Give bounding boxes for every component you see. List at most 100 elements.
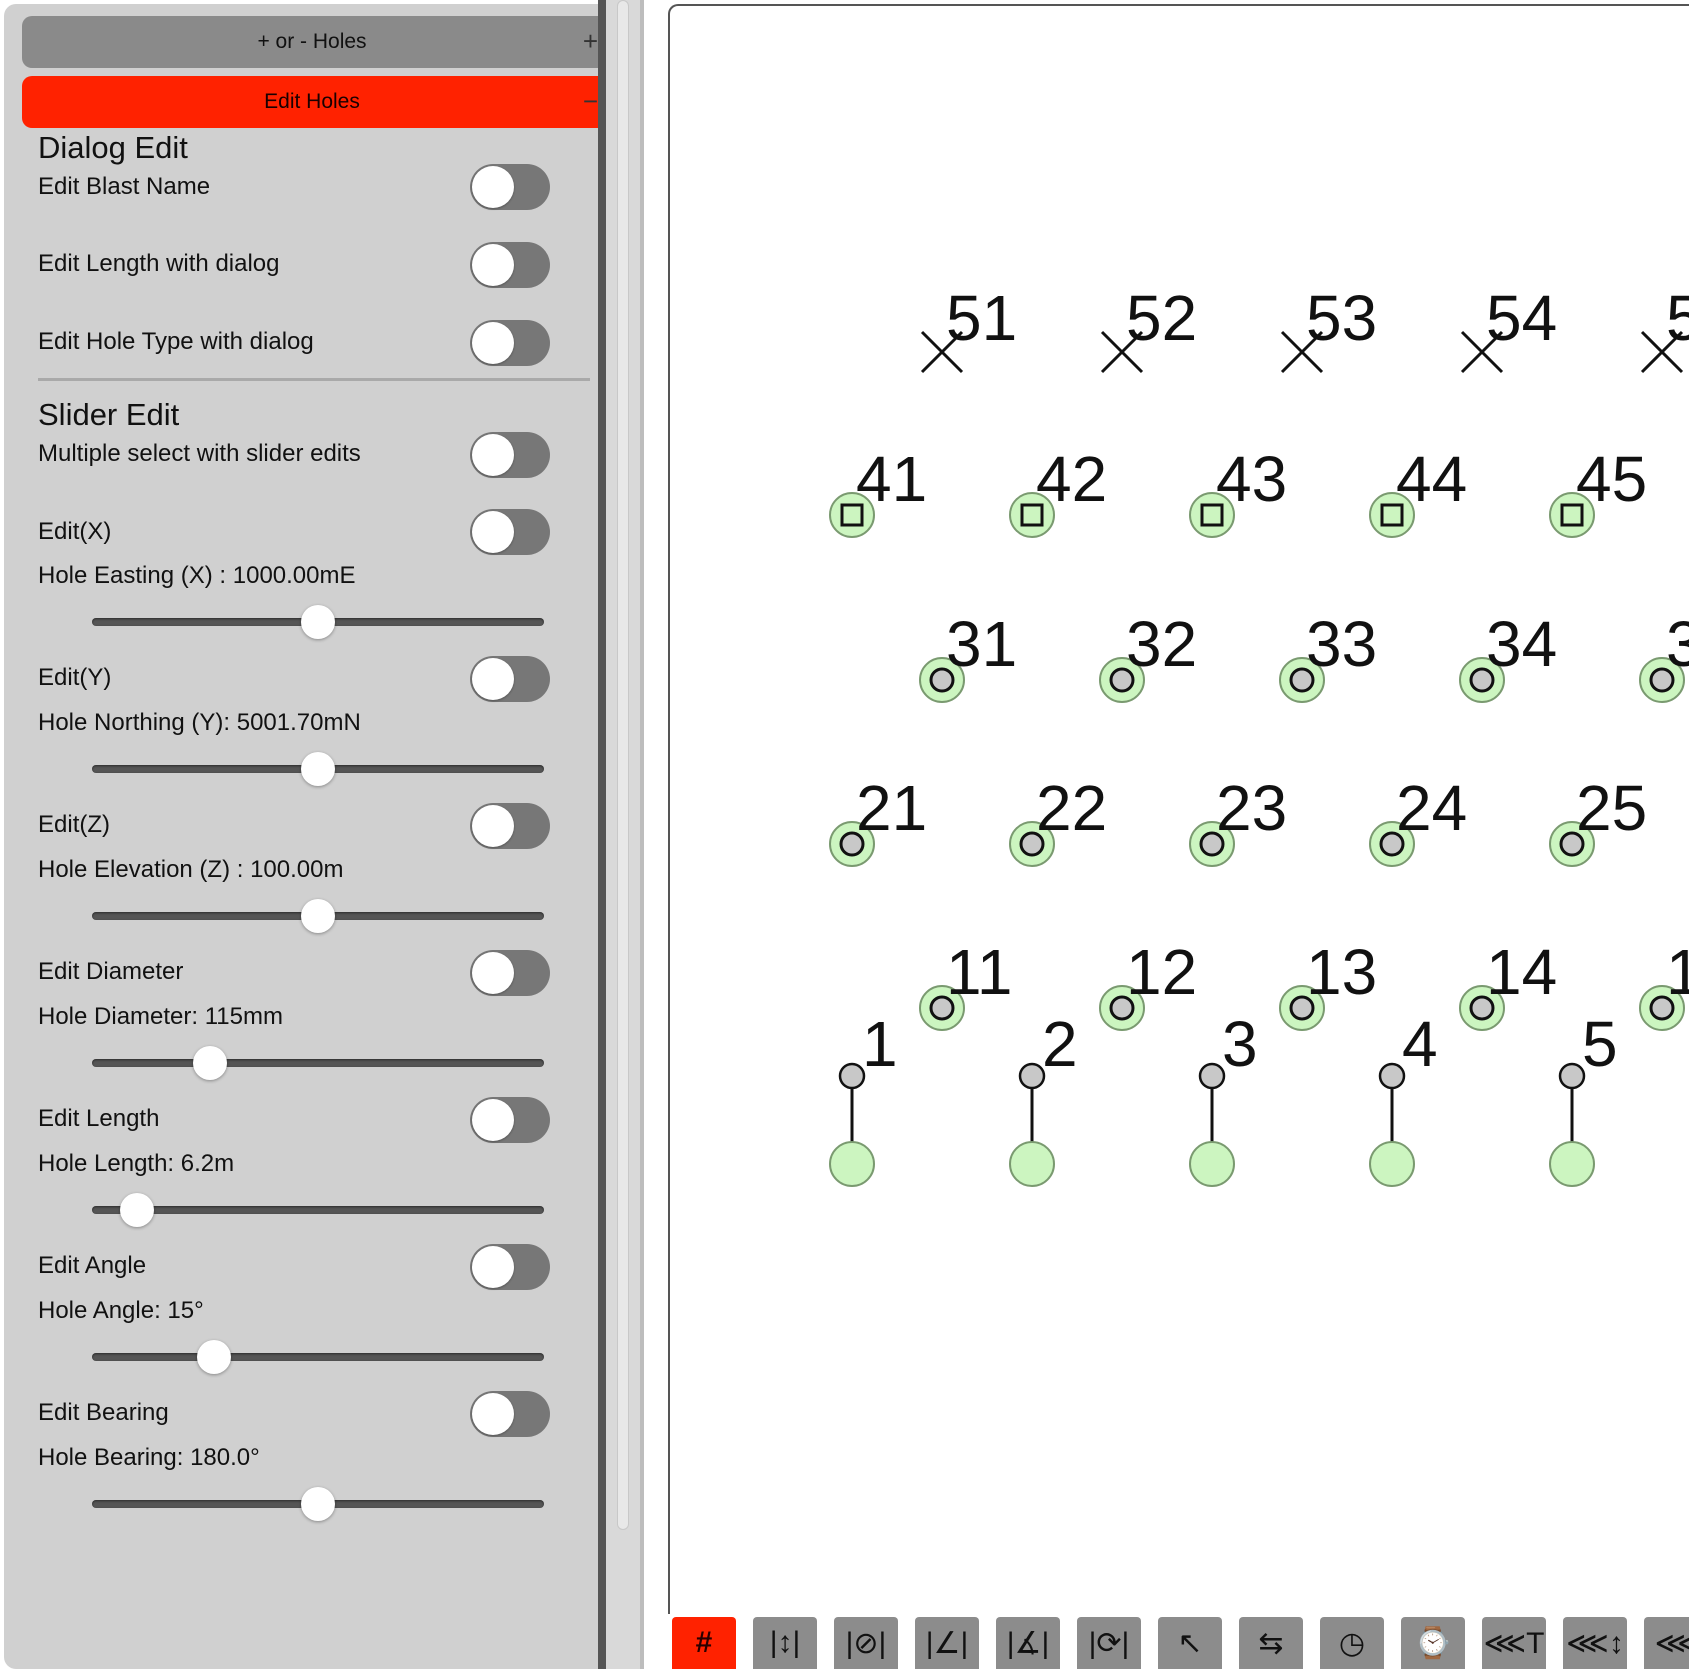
hole-easting-label: Hole Easting (X) : 1000.00mE — [38, 562, 356, 589]
edit-x-toggle[interactable] — [470, 509, 550, 555]
hole-number-label: 13 — [1306, 936, 1377, 1008]
slider-thumb[interactable] — [120, 1193, 155, 1227]
edit-holes-header[interactable]: Edit Holes − — [22, 76, 602, 128]
hole-number-label: 41 — [856, 443, 927, 515]
angle-icon: |∠| — [925, 1626, 969, 1660]
slider-thumb[interactable] — [301, 899, 335, 933]
slider-thumb[interactable] — [197, 1340, 232, 1374]
hole-toe — [1558, 1062, 1586, 1090]
hole-elevation-label: Hole Elevation (Z) : 100.00m — [38, 856, 344, 883]
diameter-button[interactable]: |⊘| — [834, 1617, 898, 1669]
toggle-knob — [472, 658, 514, 700]
hole-number-label: 32 — [1126, 608, 1197, 680]
bearing-slider[interactable] — [92, 1484, 544, 1524]
rotation-icon: |⟳| — [1088, 1626, 1130, 1660]
toggle-knob — [472, 805, 514, 847]
multiple-select-label: Multiple select with slider edits — [38, 440, 361, 467]
hole-collar — [1189, 1141, 1235, 1187]
slider-thumb[interactable] — [301, 752, 335, 786]
length-slider[interactable] — [92, 1190, 544, 1230]
edit-z-toggle[interactable] — [470, 803, 550, 849]
hole-number-label: 43 — [1216, 443, 1287, 515]
hole-diameter-label: Hole Diameter: 115mm — [38, 1003, 283, 1030]
rotation-button[interactable]: |⟳| — [1077, 1617, 1141, 1669]
slider-track — [92, 1059, 544, 1067]
slider-thumb[interactable] — [301, 605, 335, 639]
hole-number-label: 11 — [946, 936, 1012, 1008]
hole-number-label: 3 — [1222, 1008, 1258, 1080]
edit-bearing-toggle[interactable] — [470, 1391, 550, 1437]
multiple-select-toggle[interactable] — [470, 432, 550, 478]
edit-angle-toggle[interactable] — [470, 1244, 550, 1290]
edit-holes-label: Edit Holes — [264, 90, 360, 113]
watch-icon: ⌚ — [1414, 1626, 1452, 1660]
vertical-measure-button[interactable]: |↕| — [753, 1617, 817, 1669]
toggle-knob — [472, 1393, 514, 1435]
edit-bearing-label: Edit Bearing — [38, 1399, 169, 1426]
hole-northing-label: Hole Northing (Y): 5001.70mN — [38, 709, 361, 736]
collapse-minus-icon: − — [582, 86, 598, 116]
clock-button[interactable]: ◷ — [1320, 1617, 1384, 1669]
more-left-icon: ⋘ — [1654, 1626, 1689, 1660]
northing-slider[interactable] — [92, 749, 544, 789]
slider-thumb[interactable] — [301, 1487, 335, 1521]
hole-number-label: 14 — [1486, 936, 1557, 1008]
toggle-knob — [472, 244, 514, 286]
swap-icon: ⇆ — [1258, 1626, 1284, 1660]
toggle-knob — [472, 322, 514, 364]
hole-number-label: 52 — [1126, 282, 1197, 354]
add-remove-holes-header[interactable]: + or - Holes + — [22, 16, 602, 68]
edit-hole-type-dialog-label: Edit Hole Type with dialog — [38, 328, 314, 355]
elevation-slider[interactable] — [92, 896, 544, 936]
angle-slider[interactable] — [92, 1337, 544, 1377]
edit-blast-name-toggle[interactable] — [470, 164, 550, 210]
angle-button[interactable]: |∠| — [915, 1617, 979, 1669]
hole-collar — [1009, 1141, 1055, 1187]
hole-number-label: 3 — [1666, 608, 1689, 680]
edit-length-dialog-label: Edit Length with dialog — [38, 250, 280, 277]
edit-length-label: Edit Length — [38, 1105, 160, 1132]
hole-toe — [1378, 1062, 1406, 1090]
hole-collar — [1549, 1141, 1595, 1187]
bottom-toolbar: # |↕| |⊘| |∠| |∡| |⟳| ↖ ⇆ ◷ ⌚ ⋘T ⋘↕ ⋘ — [668, 1614, 1689, 1669]
edit-y-toggle[interactable] — [470, 656, 550, 702]
toggle-knob — [472, 166, 514, 208]
direction-arrow-button[interactable]: ↖ — [1158, 1617, 1222, 1669]
edit-length-toggle[interactable] — [470, 1097, 550, 1143]
slider-thumb[interactable] — [192, 1046, 227, 1080]
panel-scrollbar-thumb[interactable] — [617, 0, 629, 1530]
panel-divider — [598, 0, 606, 1669]
hole-number-label: 1 — [1666, 936, 1689, 1008]
edit-hole-type-dialog-toggle[interactable] — [470, 320, 550, 366]
diameter-slider[interactable] — [92, 1043, 544, 1083]
swap-button[interactable]: ⇆ — [1239, 1617, 1303, 1669]
hole-number-label: 4 — [1402, 1008, 1438, 1080]
watch-button[interactable]: ⌚ — [1401, 1617, 1465, 1669]
direction-arrow-icon: ↖ — [1177, 1626, 1203, 1660]
hole-number-label: 45 — [1576, 443, 1647, 515]
vertical-measure-icon: |↕| — [769, 1626, 801, 1659]
easting-slider[interactable] — [92, 602, 544, 642]
hole-number-label: 2 — [1042, 1008, 1078, 1080]
line-spacing-icon: ⋘↕ — [1566, 1626, 1624, 1660]
edit-holes-panel: + or - Holes + Edit Holes − Dialog Edit … — [4, 4, 604, 1669]
dip-angle-icon: |∡| — [1006, 1626, 1050, 1660]
hole-bearing-label: Hole Bearing: 180.0° — [38, 1444, 260, 1471]
hole-number-label: 25 — [1576, 772, 1647, 844]
dip-angle-button[interactable]: |∡| — [996, 1617, 1060, 1669]
hole-number-label: 44 — [1396, 443, 1467, 515]
grid-toggle-button[interactable]: # — [672, 1617, 736, 1669]
more-left-button[interactable]: ⋘ — [1644, 1617, 1689, 1669]
edit-length-dialog-toggle[interactable] — [470, 242, 550, 288]
hole-number-label: 12 — [1126, 936, 1197, 1008]
hole-number-label: 53 — [1306, 282, 1377, 354]
gutter-edge — [640, 0, 644, 1669]
edit-z-label: Edit(Z) — [38, 811, 110, 838]
dialog-edit-title: Dialog Edit — [38, 130, 188, 165]
drawing-canvas[interactable]: 5152535454142434445313233343212223242511… — [668, 4, 1689, 1614]
edit-diameter-toggle[interactable] — [470, 950, 550, 996]
text-size-button[interactable]: ⋘T — [1482, 1617, 1546, 1669]
line-spacing-button[interactable]: ⋘↕ — [1563, 1617, 1627, 1669]
hole-number-label: 31 — [946, 608, 1017, 680]
hole-number-label: 22 — [1036, 772, 1107, 844]
